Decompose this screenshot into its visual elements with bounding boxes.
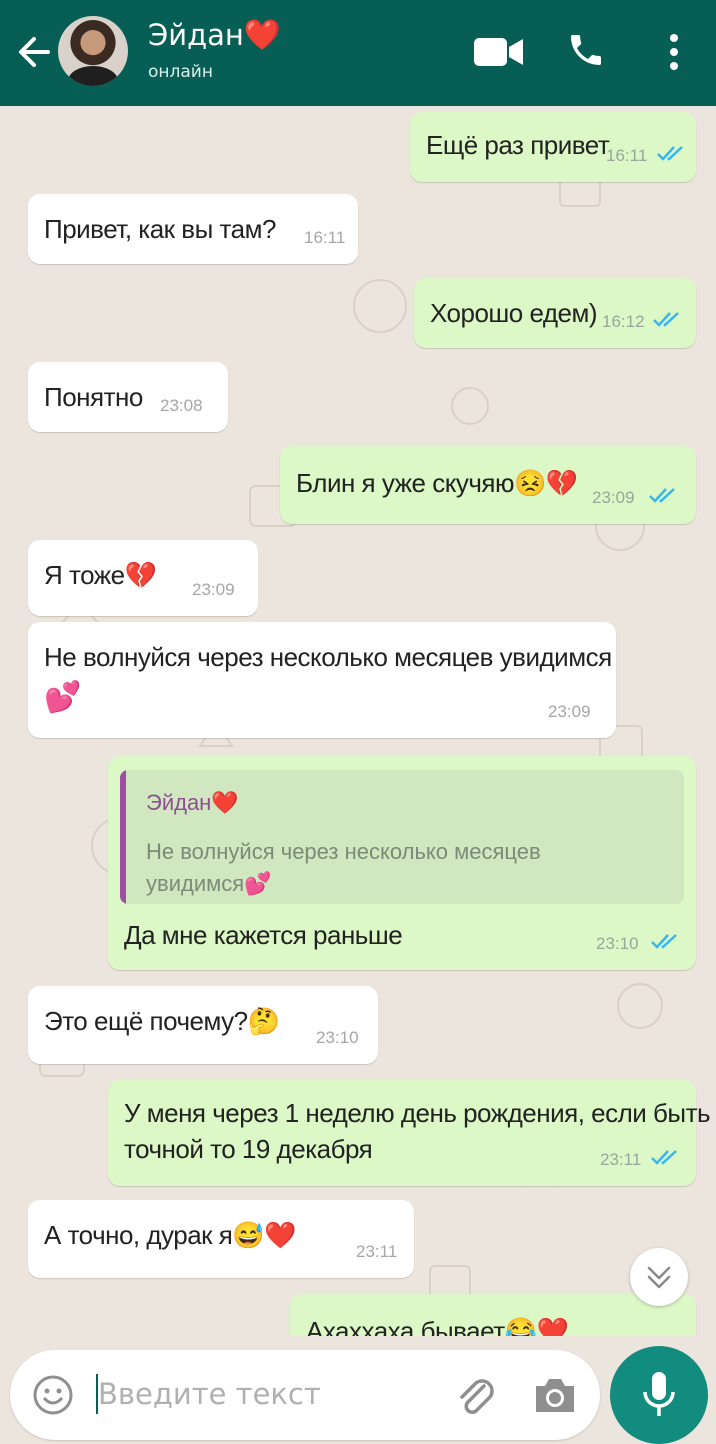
message-text: Это ещё почему?🤔 (44, 1006, 280, 1036)
reply-author: Эйдан❤️ (146, 790, 239, 815)
chat-header: Эйдан❤️ онлайн (0, 0, 716, 106)
quoted-reply[interactable]: Эйдан❤️ Не волнуйся через несколько меся… (120, 770, 684, 904)
message-text: Блин я уже скучяю😣💔 (296, 468, 578, 498)
message-time: 23:11 (600, 1150, 642, 1169)
message-text: Я тоже💔 (44, 560, 157, 590)
message-time: 16:12 (602, 312, 645, 331)
message-text: Ещё раз привет (426, 130, 610, 160)
message-bubble-incoming[interactable]: Не волнуйся через несколько месяцев увид… (28, 622, 616, 738)
message-bubble-incoming[interactable]: А точно, дурак я😅❤️ 23:11 (28, 1200, 414, 1278)
message-text: Хорошо едем) (430, 298, 598, 328)
message-time: 23:10 (316, 1028, 359, 1047)
reply-text: Не волнуйся через несколько месяцев увид… (146, 839, 541, 896)
microphone-button[interactable] (610, 1346, 708, 1444)
scroll-down-button[interactable] (630, 1248, 688, 1306)
message-bubble-outgoing-reply[interactable]: Эйдан❤️ Не волнуйся через несколько меся… (108, 756, 696, 970)
message-text: Не волнуйся через несколько месяцев увид… (44, 642, 612, 672)
paperclip-icon[interactable] (452, 1372, 500, 1420)
message-input[interactable]: Введите текст (98, 1377, 321, 1411)
more-vert-icon[interactable] (664, 32, 684, 72)
message-composer[interactable]: Введите текст (10, 1350, 600, 1440)
contact-name[interactable]: Эйдан❤️ (148, 18, 281, 53)
camera-icon[interactable] (532, 1374, 578, 1416)
message-bubble-outgoing[interactable]: Хорошо едем) 16:12 (414, 278, 696, 348)
chevron-double-down-icon (647, 1266, 671, 1289)
read-ticks-icon (651, 1150, 677, 1165)
message-text: А точно, дурак я😅❤️ (44, 1220, 297, 1250)
message-text: У меня через 1 неделю день рождения, есл… (124, 1098, 711, 1128)
microphone-icon (643, 1372, 675, 1416)
message-bubble-incoming[interactable]: Я тоже💔 23:09 (28, 540, 258, 616)
video-camera-icon[interactable] (474, 36, 524, 68)
emoji-smile-icon[interactable] (32, 1374, 74, 1416)
read-ticks-icon (651, 934, 677, 949)
message-time: 23:11 (356, 1242, 398, 1261)
read-ticks-icon (657, 146, 683, 161)
contact-name-text: Эйдан (148, 18, 244, 52)
message-bubble-incoming[interactable]: Понятно 23:08 (28, 362, 228, 432)
arrow-left-icon[interactable] (14, 30, 54, 74)
message-bubble-outgoing[interactable]: У меня через 1 неделю день рождения, есл… (108, 1080, 711, 1186)
message-time: 23:09 (548, 702, 591, 721)
message-bubble-outgoing[interactable]: Блин я уже скучяю😣💔 23:09 (280, 446, 696, 524)
message-bubble-outgoing[interactable]: Ещё раз привет 16:11 (410, 112, 696, 182)
message-bubble-incoming[interactable]: Это ещё почему?🤔 23:10 (28, 986, 378, 1064)
message-text-line2: точной то 19 декабря (124, 1134, 373, 1164)
message-time: 23:09 (592, 488, 635, 507)
read-ticks-icon (649, 488, 675, 503)
message-text: Привет, как вы там? (44, 214, 276, 244)
avatar[interactable] (58, 16, 128, 86)
message-time: 23:08 (160, 396, 203, 415)
message-text-emoji: 💕 (44, 681, 81, 714)
message-time: 16:11 (304, 228, 346, 247)
message-bubble-incoming[interactable]: Привет, как вы там? 16:11 (28, 194, 358, 264)
contact-status: онлайн (148, 62, 213, 82)
message-text: Да мне кажется раньше (124, 920, 403, 950)
read-ticks-icon (653, 312, 679, 327)
message-time: 23:10 (596, 934, 639, 953)
reply-accent-bar (120, 770, 126, 904)
phone-icon[interactable] (566, 30, 606, 70)
message-time: 23:09 (192, 580, 235, 599)
message-time: 16:11 (606, 146, 648, 165)
message-text: Понятно (44, 382, 143, 412)
heart-emoji: ❤️ (243, 18, 282, 53)
